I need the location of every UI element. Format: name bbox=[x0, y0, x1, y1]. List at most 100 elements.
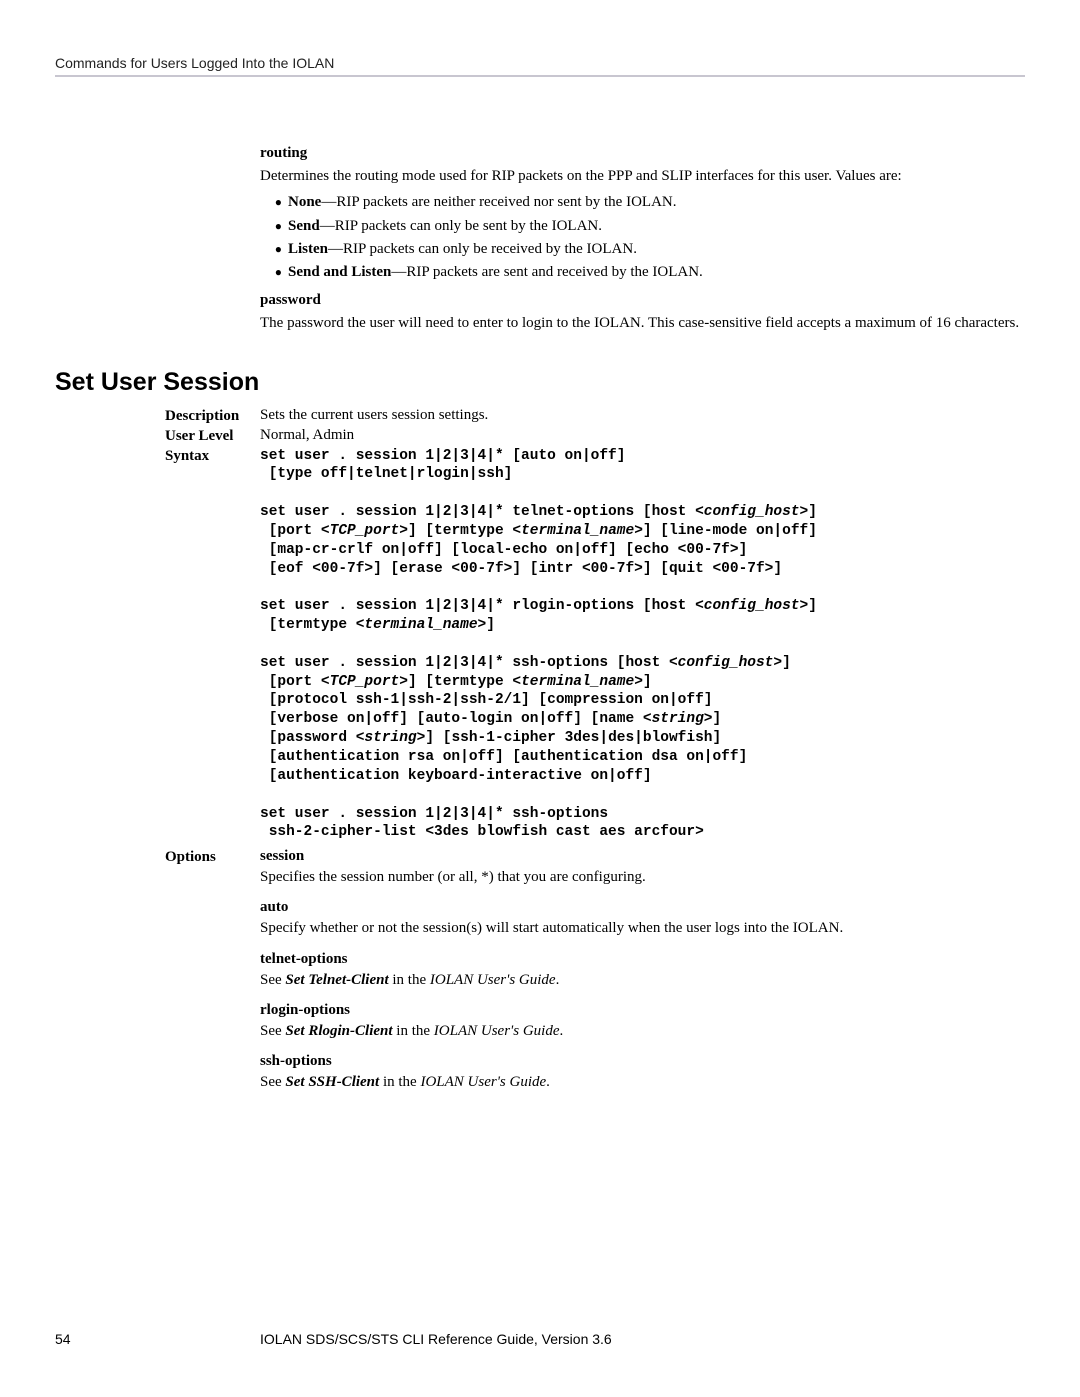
routing-heading: routing bbox=[260, 145, 1025, 162]
section-title: Set User Session bbox=[55, 368, 1025, 397]
routing-item-desc: —RIP packets can only be sent by the IOL… bbox=[320, 218, 602, 234]
see-ref: Set Rlogin-Client bbox=[285, 1023, 392, 1039]
see-post: . bbox=[560, 1023, 564, 1039]
syntax-text: [termtype < bbox=[260, 617, 364, 633]
syntax-text: set user . session 1|2|3|4|* [auto on|of… bbox=[260, 448, 625, 464]
syntax-text: set user . session 1|2|3|4|* ssh-options bbox=[260, 806, 608, 822]
syntax-ital: terminal_name bbox=[521, 523, 634, 539]
see-ref: Set Telnet-Client bbox=[285, 972, 388, 988]
routing-item: Send—RIP packets can only be sent by the… bbox=[288, 216, 1025, 236]
routing-block: routing Determines the routing mode used… bbox=[260, 145, 1025, 334]
syntax-text: [protocol ssh-1|ssh-2|ssh-2/1] [compress… bbox=[260, 692, 712, 708]
routing-item: Listen—RIP packets can only be received … bbox=[288, 239, 1025, 259]
syntax-ital: config_host bbox=[678, 655, 774, 671]
userlevel-body: Normal, Admin bbox=[260, 427, 1025, 444]
syntax-body: set user . session 1|2|3|4|* [auto on|of… bbox=[260, 447, 1025, 843]
password-heading: password bbox=[260, 292, 1025, 309]
syntax-text: set user . session 1|2|3|4|* rlogin-opti… bbox=[260, 598, 704, 614]
syntax-text: [port < bbox=[260, 674, 330, 690]
syntax-ital: string bbox=[364, 730, 416, 746]
syntax-block: set user . session 1|2|3|4|* [auto on|of… bbox=[260, 447, 1025, 843]
syntax-text: [eof <00-7f>] [erase <00-7f>] [intr <00-… bbox=[260, 561, 782, 577]
option-session-desc: Specifies the session number (or all, *)… bbox=[260, 867, 1025, 887]
syntax-text: [type off|telnet|rlogin|ssh] bbox=[260, 466, 512, 482]
see-mid: in the bbox=[379, 1074, 420, 1090]
option-auto-name: auto bbox=[260, 899, 1025, 916]
routing-item-term: Send and Listen bbox=[288, 264, 391, 280]
option-ssh-desc: See Set SSH-Client in the IOLAN User's G… bbox=[260, 1072, 1025, 1092]
see-pre: See bbox=[260, 972, 285, 988]
page-number: 54 bbox=[55, 1331, 260, 1347]
routing-item-term: Send bbox=[288, 218, 320, 234]
syntax-text: [password < bbox=[260, 730, 364, 746]
syntax-ital: TCP_port bbox=[330, 523, 400, 539]
syntax-text: >] bbox=[634, 674, 651, 690]
routing-item-desc: —RIP packets are sent and received by th… bbox=[391, 264, 702, 280]
routing-item-term: None bbox=[288, 194, 321, 210]
see-pre: See bbox=[260, 1023, 285, 1039]
running-head-text: Commands for Users Logged Into the IOLAN bbox=[55, 55, 334, 71]
syntax-ital: string bbox=[652, 711, 704, 727]
routing-item-desc: —RIP packets can only be received by the… bbox=[328, 241, 637, 257]
routing-item: Send and Listen—RIP packets are sent and… bbox=[288, 262, 1025, 282]
password-body: The password the user will need to enter… bbox=[260, 313, 1025, 333]
option-rlogin-desc: See Set Rlogin-Client in the IOLAN User'… bbox=[260, 1021, 1025, 1041]
option-auto-desc: Specify whether or not the session(s) wi… bbox=[260, 918, 1025, 938]
description-row: Description Sets the current users sessi… bbox=[165, 407, 1025, 425]
description-label: Description bbox=[165, 407, 260, 425]
syntax-text: >] [termtype < bbox=[399, 523, 521, 539]
syntax-ital: TCP_port bbox=[330, 674, 400, 690]
routing-list: None—RIP packets are neither received no… bbox=[260, 192, 1025, 282]
syntax-text: ssh-2-cipher-list <3des blowfish cast ae… bbox=[260, 824, 704, 840]
options-label: Options bbox=[165, 848, 260, 866]
definition-list: Description Sets the current users sessi… bbox=[165, 407, 1025, 1095]
syntax-ital: config_host bbox=[704, 504, 800, 520]
page-footer: 54 IOLAN SDS/SCS/STS CLI Reference Guide… bbox=[55, 1331, 1025, 1347]
syntax-label: Syntax bbox=[165, 447, 260, 465]
option-session-name: session bbox=[260, 848, 1025, 865]
userlevel-row: User Level Normal, Admin bbox=[165, 427, 1025, 445]
see-post: . bbox=[546, 1074, 550, 1090]
option-ssh-name: ssh-options bbox=[260, 1053, 1025, 1070]
option-telnet-desc: See Set Telnet-Client in the IOLAN User'… bbox=[260, 970, 1025, 990]
see-post: . bbox=[556, 972, 560, 988]
see-guide: IOLAN User's Guide bbox=[430, 972, 556, 988]
syntax-ital: terminal_name bbox=[521, 674, 634, 690]
page: Commands for Users Logged Into the IOLAN… bbox=[0, 0, 1080, 1094]
routing-item: None—RIP packets are neither received no… bbox=[288, 192, 1025, 212]
routing-intro: Determines the routing mode used for RIP… bbox=[260, 166, 1025, 186]
option-rlogin-name: rlogin-options bbox=[260, 1002, 1025, 1019]
see-pre: See bbox=[260, 1074, 285, 1090]
syntax-row: Syntax set user . session 1|2|3|4|* [aut… bbox=[165, 447, 1025, 843]
footer-text: IOLAN SDS/SCS/STS CLI Reference Guide, V… bbox=[260, 1331, 1025, 1347]
syntax-text: >] [ssh-1-cipher 3des|des|blowfish] bbox=[417, 730, 722, 746]
option-telnet-name: telnet-options bbox=[260, 951, 1025, 968]
syntax-text: [map-cr-crlf on|off] [local-echo on|off]… bbox=[260, 542, 747, 558]
syntax-text: >] [termtype < bbox=[399, 674, 521, 690]
syntax-text: set user . session 1|2|3|4|* ssh-options… bbox=[260, 655, 678, 671]
syntax-ital: terminal_name bbox=[364, 617, 477, 633]
see-mid: in the bbox=[393, 1023, 434, 1039]
see-mid: in the bbox=[389, 972, 430, 988]
syntax-text: >] bbox=[773, 655, 790, 671]
see-ref: Set SSH-Client bbox=[285, 1074, 379, 1090]
options-body: session Specifies the session number (or… bbox=[260, 848, 1025, 1094]
description-body: Sets the current users session settings. bbox=[260, 407, 1025, 424]
running-head: Commands for Users Logged Into the IOLAN bbox=[55, 55, 1025, 85]
syntax-text: >] bbox=[478, 617, 495, 633]
header-rule bbox=[55, 75, 1025, 77]
syntax-text: >] [line-mode on|off] bbox=[634, 523, 817, 539]
syntax-ital: config_host bbox=[704, 598, 800, 614]
syntax-text: [authentication rsa on|off] [authenticat… bbox=[260, 749, 747, 765]
routing-item-desc: —RIP packets are neither received nor se… bbox=[321, 194, 676, 210]
routing-item-term: Listen bbox=[288, 241, 328, 257]
syntax-text: [verbose on|off] [auto-login on|off] [na… bbox=[260, 711, 652, 727]
see-guide: IOLAN User's Guide bbox=[434, 1023, 560, 1039]
syntax-text: [authentication keyboard-interactive on|… bbox=[260, 768, 652, 784]
syntax-text: >] bbox=[800, 598, 817, 614]
syntax-text: >] bbox=[704, 711, 721, 727]
syntax-text: >] bbox=[800, 504, 817, 520]
options-row: Options session Specifies the session nu… bbox=[165, 848, 1025, 1094]
syntax-text: set user . session 1|2|3|4|* telnet-opti… bbox=[260, 504, 704, 520]
syntax-text: [port < bbox=[260, 523, 330, 539]
